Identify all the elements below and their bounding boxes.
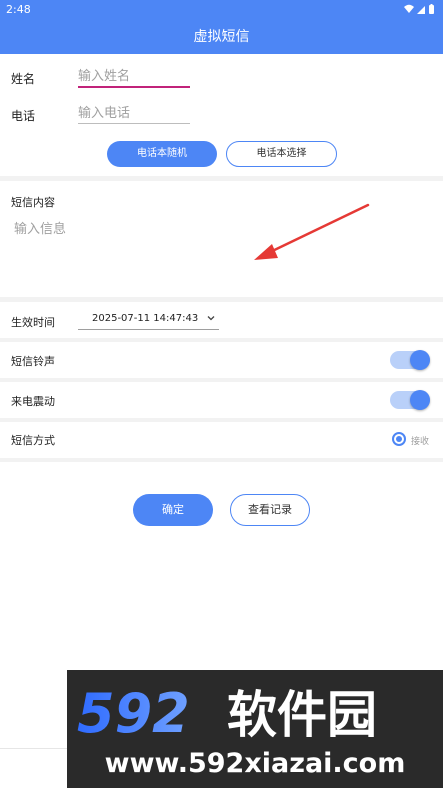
divider — [0, 458, 443, 462]
name-input-underline — [78, 86, 190, 88]
wifi-icon — [404, 4, 414, 13]
divider — [0, 297, 443, 302]
phonebook-select-button[interactable]: 电话本选择 — [226, 141, 337, 167]
phonebook-random-button[interactable]: 电话本随机 — [107, 141, 217, 167]
annotation-arrow-icon — [254, 203, 370, 260]
ringtone-label: 短信铃声 — [11, 355, 55, 368]
effective-time-value: 2025-07-11 14:47:43 — [92, 313, 199, 324]
phone-input[interactable] — [78, 104, 190, 122]
watermark: 592 软件园 www.592xiazai.com — [67, 670, 443, 788]
vibrate-label: 来电震动 — [11, 395, 55, 408]
name-label: 姓名 — [11, 72, 36, 86]
divider — [0, 378, 443, 382]
ringtone-switch[interactable] — [390, 350, 430, 370]
signal-icon — [417, 6, 425, 14]
vibrate-switch[interactable] — [390, 390, 430, 410]
page-title: 虚拟短信 — [193, 29, 250, 45]
receive-radio[interactable] — [392, 432, 406, 446]
effective-time-label: 生效时间 — [11, 316, 55, 329]
phone-input-underline — [78, 123, 190, 124]
confirm-button[interactable]: 确定 — [133, 494, 213, 526]
status-icons — [403, 3, 437, 15]
status-time: 2:48 — [6, 3, 31, 16]
receive-radio-label: 接收 — [411, 437, 430, 447]
chevron-down-icon — [207, 316, 215, 321]
watermark-url: www.592xiazai.com — [104, 748, 406, 779]
view-records-button[interactable]: 查看记录 — [230, 494, 310, 526]
message-label: 短信内容 — [11, 196, 55, 209]
app-bar: 虚拟短信 — [0, 18, 443, 54]
battery-icon — [429, 4, 434, 14]
watermark-logo: 592 软件园 — [77, 684, 377, 740]
effective-time-select[interactable]: 2025-07-11 14:47:43 — [78, 310, 219, 330]
divider — [0, 176, 443, 181]
divider — [0, 338, 443, 342]
status-bar: 2:48 — [0, 0, 443, 18]
svg-text:软件园: 软件园 — [227, 686, 377, 740]
phone-label: 电话 — [11, 109, 36, 123]
ringtone-switch-knob — [410, 350, 430, 370]
sms-mode-label: 短信方式 — [11, 434, 55, 447]
nav-divider — [0, 748, 67, 749]
name-input[interactable] — [78, 67, 190, 85]
divider — [0, 418, 443, 422]
vibrate-switch-knob — [410, 390, 430, 410]
receive-radio-dot — [396, 436, 402, 442]
svg-text:592: 592 — [77, 684, 190, 740]
